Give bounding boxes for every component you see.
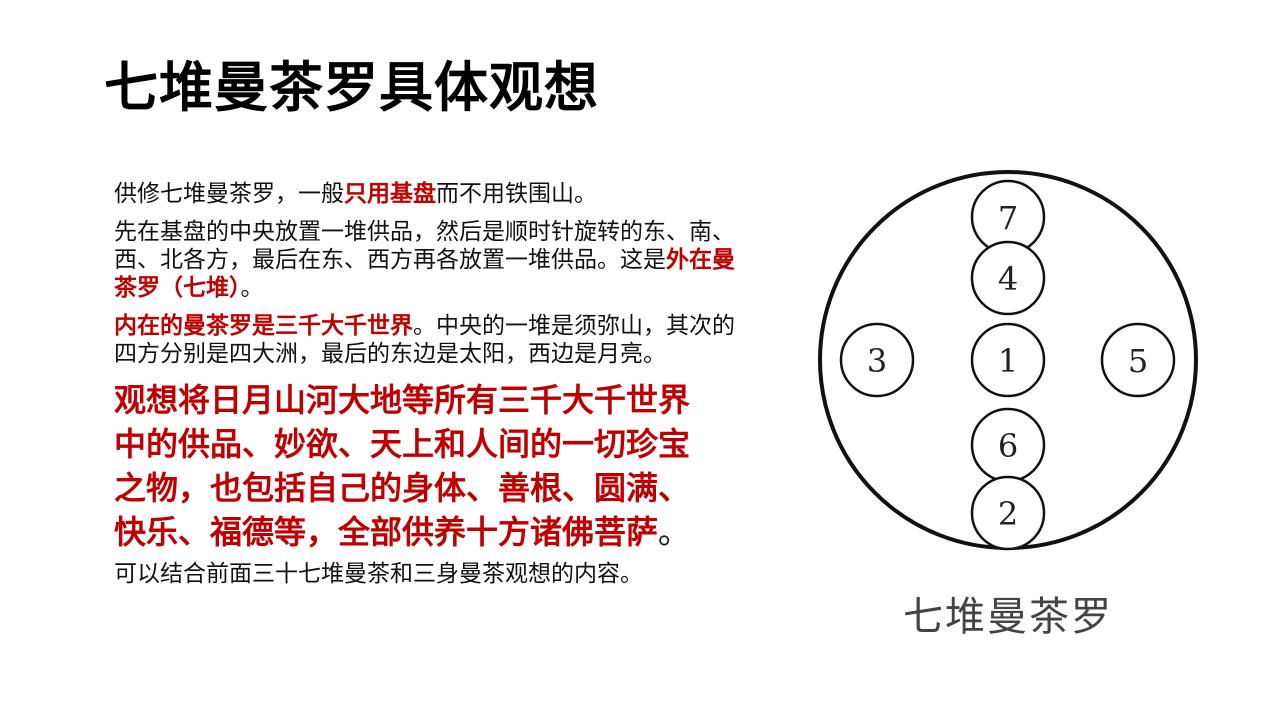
p3-highlight: 内在的曼茶罗是三千大千世界: [114, 313, 413, 339]
pile-4-label: 4: [998, 260, 1018, 298]
paragraph-5: 可以结合前面三十七堆曼茶和三身曼茶观想的内容。: [114, 561, 643, 587]
page-title: 七堆曼茶罗具体观想: [104, 56, 599, 119]
paragraph-2: 先在基盘的中央放置一堆供品，然后是顺时针旋转的东、南、西、北各方，最后在东、西方…: [114, 218, 754, 302]
p2-text-end: 。: [240, 275, 264, 301]
p1-text: 供修七堆曼茶罗，一般: [114, 181, 344, 207]
pile-1-label: 1: [998, 342, 1018, 380]
paragraph-1: 供修七堆曼茶罗，一般只用基盘而不用铁围山。: [114, 180, 754, 208]
paragraph-3: 内在的曼茶罗是三千大千世界。中央的一堆是须弥山，其次的四方分别是四大洲，最后的东…: [114, 312, 754, 368]
p1-text-end: 而不用铁围山。: [436, 181, 597, 207]
p2-text: 先在基盘的中央放置一堆供品，然后是顺时针旋转的东、南、西、北各方，最后在东、西方…: [114, 219, 735, 273]
p4-text-end: 。: [658, 513, 691, 551]
pile-7-label: 7: [998, 199, 1018, 237]
p4-highlight: 观想将日月山河大地等所有三千大千世界中的供品、妙欲、天上和人间的一切珍宝之物，也…: [114, 381, 691, 551]
pile-5-label: 5: [1128, 342, 1148, 380]
diagram-caption: 七堆曼茶罗: [903, 594, 1113, 640]
p1-highlight: 只用基盘: [344, 181, 436, 207]
pile-3-label: 3: [867, 342, 887, 380]
pile-6-label: 6: [998, 427, 1018, 465]
mandala-svg: 7 4 1 6 2 3 5 七堆曼茶罗: [818, 170, 1198, 640]
pile-2-label: 2: [998, 495, 1018, 533]
paragraph-4: 观想将日月山河大地等所有三千大千世界中的供品、妙欲、天上和人间的一切珍宝之物，也…: [114, 378, 719, 554]
body-text: 供修七堆曼茶罗，一般只用基盘而不用铁围山。 先在基盘的中央放置一堆供品，然后是顺…: [114, 180, 754, 588]
mandala-diagram: 7 4 1 6 2 3 5 七堆曼茶罗: [810, 160, 1230, 660]
